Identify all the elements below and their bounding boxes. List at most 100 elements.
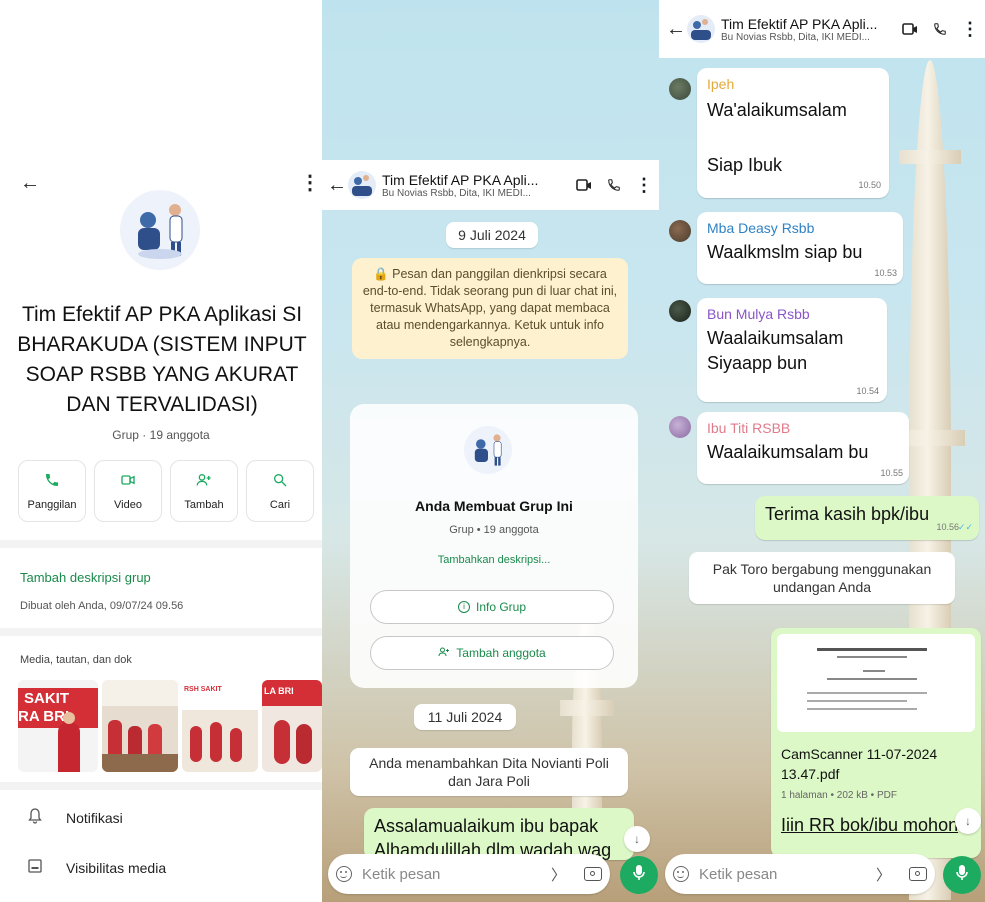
- avatar[interactable]: [669, 220, 691, 242]
- outgoing-message[interactable]: Assalamualaikum ibu bapak Alhamdulillah …: [364, 808, 634, 860]
- add-member-action-button[interactable]: Tambah: [170, 460, 238, 522]
- attachment-icon[interactable]: 〉: [551, 864, 566, 885]
- incoming-message[interactable]: Ipeh Wa'alaikumsalam Siap Ibuk 10.50: [697, 68, 889, 198]
- sender-name[interactable]: Bun Mulya Rsbb: [707, 306, 877, 322]
- group-created-title: Anda Membuat Grup Ini: [415, 498, 573, 514]
- message-text: Waalkmslm siap bu: [707, 242, 863, 262]
- created-by-text: Dibuat oleh Anda, 09/07/24 09.56: [20, 600, 184, 612]
- notifications-label: Notifikasi: [66, 810, 123, 826]
- search-icon: [272, 472, 288, 493]
- section-divider: [0, 628, 322, 636]
- message-composer[interactable]: Ketik pesan 〉: [665, 854, 935, 894]
- search-action-label: Cari: [269, 498, 291, 511]
- more-vertical-icon[interactable]: ⋮: [629, 175, 659, 196]
- chat-panel-group-created: ← Tim Efektif AP PKA Apli... Bu Novias R…: [322, 0, 659, 902]
- sender-name[interactable]: Ipeh: [707, 76, 879, 92]
- group-avatar-small[interactable]: [687, 15, 715, 43]
- add-description-link[interactable]: Tambah deskripsi grup: [20, 570, 151, 585]
- video-action-button[interactable]: Video: [94, 460, 162, 522]
- add-member-action-label: Tambah: [184, 498, 224, 511]
- date-chip: 9 Juli 2024: [446, 222, 538, 248]
- camera-icon[interactable]: [909, 867, 927, 881]
- add-member-button[interactable]: Tambah anggota: [370, 636, 614, 670]
- more-vertical-icon[interactable]: ⋮: [955, 19, 985, 40]
- add-member-label: Tambah anggota: [456, 646, 546, 660]
- media-thumbnail[interactable]: LA BRI: [262, 680, 322, 772]
- sender-name[interactable]: Ibu Titi RSBB: [707, 420, 899, 436]
- message-text: Waalaikumsalam: [707, 328, 844, 348]
- emoji-icon[interactable]: [673, 866, 689, 882]
- message-time: 10.56: [936, 522, 959, 532]
- chat-header-info[interactable]: Tim Efektif AP PKA Apli... Bu Novias Rsb…: [721, 16, 895, 43]
- mic-button[interactable]: [943, 856, 981, 894]
- document-name: CamScanner 11-07-2024 13.47.pdf: [781, 746, 938, 782]
- back-arrow-icon[interactable]: ←: [665, 18, 687, 41]
- message-time: 10.53: [874, 268, 897, 278]
- minaret-decoration: [560, 700, 614, 716]
- chat-header-info[interactable]: Tim Efektif AP PKA Apli... Bu Novias Rsb…: [382, 172, 569, 199]
- media-section-label[interactable]: Media, tautan, dan dok: [20, 654, 132, 666]
- incoming-message[interactable]: Bun Mulya Rsbb Waalaikumsalam Siyaapp bu…: [697, 298, 887, 402]
- message-text: Iiin RR bok/ibu mohon: [781, 815, 959, 835]
- group-avatar-small[interactable]: [348, 171, 376, 199]
- message-input[interactable]: Ketik pesan: [699, 866, 876, 883]
- back-arrow-icon[interactable]: ←: [20, 172, 40, 195]
- avatar[interactable]: [669, 300, 691, 322]
- chat-title: Tim Efektif AP PKA Apli...: [382, 171, 539, 188]
- mic-icon: [955, 864, 969, 887]
- call-action-button[interactable]: Panggilan: [18, 460, 86, 522]
- media-visibility-menu-item[interactable]: Visibilitas media: [0, 850, 322, 886]
- system-message: Anda menambahkan Dita Novianti Poli dan …: [350, 748, 628, 796]
- message-composer[interactable]: Ketik pesan 〉: [328, 854, 610, 894]
- message-input[interactable]: Ketik pesan: [362, 866, 551, 883]
- media-thumbnail[interactable]: SAKIT RA BRI: [18, 680, 98, 772]
- outgoing-message[interactable]: Terima kasih bpk/ibu 10.56 ✓✓: [755, 496, 979, 540]
- media-visibility-icon: [28, 858, 48, 878]
- group-avatar[interactable]: [464, 426, 512, 474]
- date-chip: 11 Juli 2024: [414, 704, 516, 730]
- avatar[interactable]: [669, 78, 691, 100]
- back-arrow-icon[interactable]: ←: [326, 174, 348, 197]
- section-divider: [0, 782, 322, 790]
- video-icon: [120, 472, 136, 493]
- minaret-decoration: [899, 150, 961, 164]
- add-person-icon: [438, 646, 450, 661]
- phone-icon[interactable]: [925, 22, 955, 36]
- chat-panel-replies: ← Tim Efektif AP PKA Apli... Bu Novias R…: [659, 0, 985, 902]
- attachment-icon[interactable]: 〉: [876, 864, 891, 885]
- info-icon: i: [457, 601, 470, 613]
- notifications-menu-item[interactable]: Notifikasi: [0, 800, 322, 836]
- encryption-notice[interactable]: 🔒 Pesan dan panggilan dienkripsi secara …: [352, 258, 628, 359]
- media-thumbnail-text: RA BRI: [18, 708, 70, 725]
- message-time: 10.50: [858, 180, 881, 190]
- add-description-link[interactable]: Tambahkan deskripsi...: [350, 554, 638, 566]
- group-avatar[interactable]: [120, 190, 200, 270]
- message-time: 10.55: [880, 468, 903, 478]
- video-call-icon[interactable]: [569, 178, 599, 192]
- incoming-message[interactable]: Mba Deasy Rsbb Waalkmslm siap bu 10.53: [697, 212, 903, 284]
- phone-icon[interactable]: [599, 178, 629, 192]
- call-action-label: Panggilan: [27, 498, 77, 511]
- emoji-icon[interactable]: [336, 866, 352, 882]
- group-info-label: Info Grup: [475, 600, 527, 614]
- mic-button[interactable]: [620, 856, 658, 894]
- document-preview[interactable]: [777, 634, 975, 732]
- incoming-message[interactable]: Ibu Titi RSBB Waalaikumsalam bu 10.55: [697, 412, 909, 484]
- document-message[interactable]: CamScanner 11-07-2024 13.47.pdf 1 halama…: [771, 628, 981, 858]
- search-action-button[interactable]: Cari: [246, 460, 314, 522]
- sender-name[interactable]: Mba Deasy Rsbb: [707, 220, 893, 236]
- media-visibility-label: Visibilitas media: [66, 860, 167, 876]
- media-thumbnail[interactable]: RSH SAKIT: [182, 680, 258, 772]
- section-divider: [0, 540, 322, 548]
- group-info-button[interactable]: i Info Grup: [370, 590, 614, 624]
- video-call-icon[interactable]: [895, 22, 925, 36]
- more-vertical-icon[interactable]: ⋮: [300, 170, 320, 195]
- camera-icon[interactable]: [584, 867, 602, 881]
- scroll-down-icon[interactable]: ↓: [624, 826, 650, 852]
- group-created-card: Anda Membuat Grup Ini Grup • 19 anggota …: [350, 404, 638, 688]
- chat-subtitle: Bu Novias Rsbb, Dita, IKI MEDI...: [382, 187, 531, 199]
- media-thumbnail[interactable]: [102, 680, 178, 772]
- scroll-down-icon[interactable]: ↓: [955, 808, 981, 834]
- avatar[interactable]: [669, 416, 691, 438]
- group-meta: Grup · 19 anggota: [112, 428, 210, 442]
